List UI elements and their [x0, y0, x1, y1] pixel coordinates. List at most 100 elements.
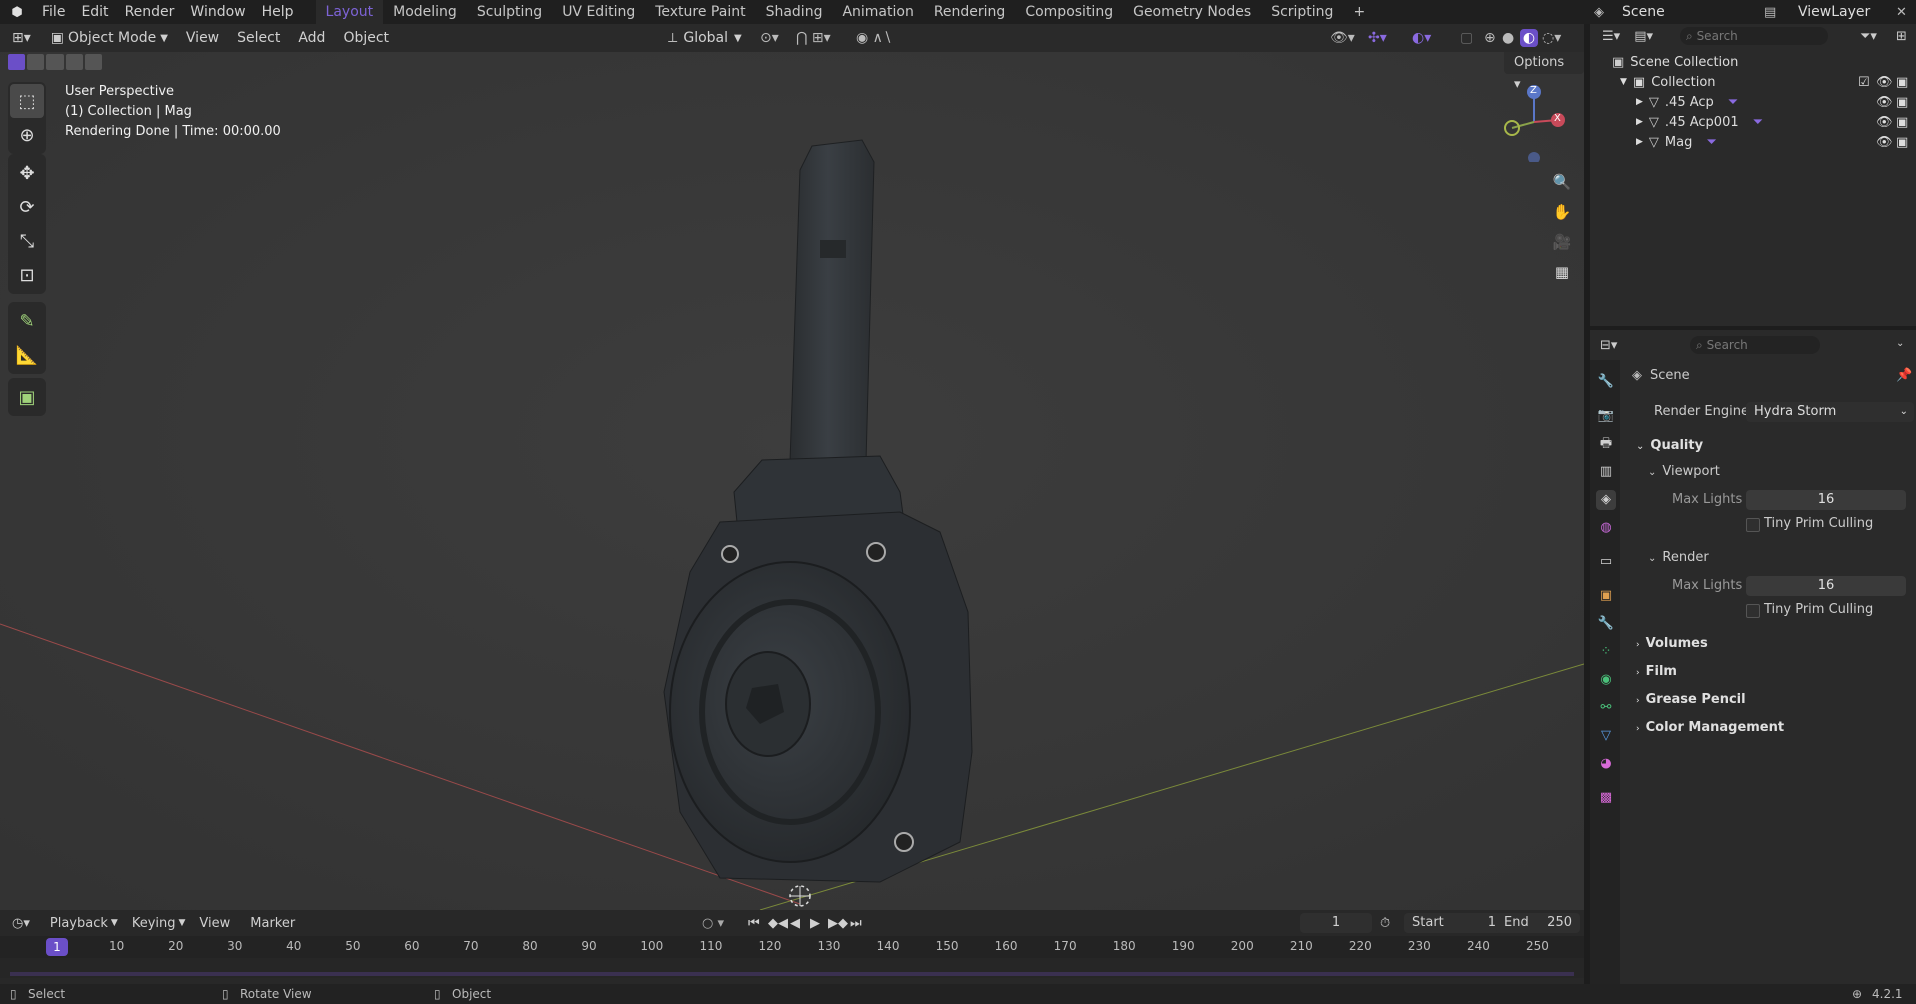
- tab-texture-paint[interactable]: Texture Paint: [645, 0, 755, 24]
- pivot-icon[interactable]: ⊙▾: [760, 30, 779, 46]
- play-reverse-icon[interactable]: ◀: [790, 916, 800, 931]
- render-camera-icon[interactable]: ▣: [1896, 95, 1908, 110]
- playhead[interactable]: 1: [46, 938, 68, 956]
- texture-tab-icon[interactable]: ▩: [1596, 788, 1616, 808]
- editor-type-icon[interactable]: ⊟▾: [1600, 338, 1617, 353]
- jump-end-icon[interactable]: ⏭: [850, 916, 862, 931]
- menu-window[interactable]: Window: [182, 4, 253, 20]
- editor-type-icon[interactable]: ⊞▾: [12, 30, 31, 46]
- overlay-toggle-icon[interactable]: ◐▾: [1412, 30, 1431, 46]
- select-box-icon[interactable]: ⬚: [10, 84, 44, 118]
- physics-tab-icon[interactable]: ◉: [1596, 670, 1616, 690]
- menu-keying[interactable]: Keying: [132, 916, 176, 931]
- exclude-checkbox[interactable]: ☑: [1858, 75, 1870, 90]
- mesh-data-tab-icon[interactable]: ▽: [1596, 726, 1616, 746]
- menu-edit[interactable]: Edit: [73, 4, 116, 20]
- viewport-subpanel-header[interactable]: ⌄ Viewport: [1648, 464, 1720, 479]
- scene-icon[interactable]: ◈: [1594, 5, 1604, 20]
- timeline-track[interactable]: [0, 958, 1584, 978]
- record-icon[interactable]: ○ ▾: [702, 916, 724, 931]
- tab-uv-editing[interactable]: UV Editing: [552, 0, 645, 24]
- next-key-icon[interactable]: ▶◆: [828, 916, 848, 931]
- navigation-gizmo[interactable]: Z X: [1496, 82, 1576, 164]
- constraints-tab-icon[interactable]: ⚯: [1596, 698, 1616, 718]
- editor-type-icon[interactable]: ☰▾: [1602, 29, 1620, 44]
- rotate-icon[interactable]: ⟳: [10, 190, 44, 224]
- tab-geometry-nodes[interactable]: Geometry Nodes: [1123, 0, 1261, 24]
- tab-rendering[interactable]: Rendering: [924, 0, 1016, 24]
- pin-icon[interactable]: 📌: [1896, 368, 1912, 383]
- visibility-eye-icon[interactable]: 👁: [1876, 95, 1893, 110]
- menu-object[interactable]: Object: [343, 30, 389, 46]
- visibility-eye-icon[interactable]: 👁: [1876, 115, 1893, 130]
- camera-view-icon[interactable]: 🎥: [1548, 228, 1576, 256]
- proportional-icon[interactable]: ◉ ∧∖: [856, 30, 892, 46]
- tab-layout[interactable]: Layout: [315, 0, 384, 24]
- color-management-panel-header[interactable]: › Color Management: [1636, 720, 1784, 735]
- transform-icon[interactable]: ⊡: [10, 258, 44, 292]
- chevron-down-icon[interactable]: ⌄: [1896, 338, 1904, 349]
- zoom-icon[interactable]: 🔍: [1548, 168, 1576, 196]
- tab-modeling[interactable]: Modeling: [383, 0, 467, 24]
- add-workspace-icon[interactable]: +: [1343, 0, 1375, 24]
- render-max-lights-field[interactable]: 16: [1746, 576, 1906, 596]
- object-tab-icon[interactable]: ▣: [1596, 586, 1616, 606]
- render-engine-dropdown[interactable]: Hydra Storm ⌄: [1746, 402, 1914, 422]
- film-panel-header[interactable]: › Film: [1636, 664, 1677, 679]
- filter-icon[interactable]: ⏷▾: [1860, 29, 1877, 44]
- outliner-item[interactable]: ▶ ▽ .45 Acp001 ⏷ 👁 ▣: [1590, 112, 1916, 132]
- start-field[interactable]: Start 1: [1404, 913, 1504, 933]
- frame-ruler[interactable]: 1 10 20 30 40 50 60 70 80 90 100 110 120 130 140 150 160…: [0, 936, 1584, 958]
- particles-tab-icon[interactable]: ⁘: [1596, 642, 1616, 662]
- scale-icon[interactable]: ⤡: [10, 224, 44, 258]
- properties-search[interactable]: ⌕ Search: [1690, 336, 1820, 354]
- visibility-eye-icon[interactable]: 👁: [1876, 75, 1893, 90]
- cursor-icon[interactable]: ⊕: [10, 118, 44, 152]
- render-camera-icon[interactable]: ▣: [1896, 115, 1908, 130]
- editor-type-icon[interactable]: ◷▾: [12, 916, 30, 931]
- visibility-icon[interactable]: 👁▾: [1330, 30, 1355, 46]
- display-mode-icon[interactable]: ▤▾: [1634, 29, 1653, 44]
- add-cube-icon[interactable]: ▣: [10, 380, 44, 414]
- chevron-right-icon[interactable]: ▶: [1636, 97, 1643, 107]
- play-icon[interactable]: ▶: [810, 916, 820, 931]
- menu-add[interactable]: Add: [298, 30, 325, 46]
- move-icon[interactable]: ✥: [10, 156, 44, 190]
- grease-pencil-panel-header[interactable]: › Grease Pencil: [1636, 692, 1746, 707]
- invert-mode-icon[interactable]: [65, 54, 83, 70]
- tab-shading[interactable]: Shading: [756, 0, 833, 24]
- outliner-scene-collection[interactable]: ▣ Scene Collection: [1590, 52, 1916, 72]
- menu-select[interactable]: Select: [237, 30, 280, 46]
- mode-toggle-strip[interactable]: [8, 54, 103, 70]
- tab-sculpting[interactable]: Sculpting: [467, 0, 552, 24]
- measure-icon[interactable]: 📐: [10, 338, 44, 372]
- extend-mode-icon[interactable]: [27, 54, 45, 70]
- chevron-down-icon[interactable]: ▼: [1620, 77, 1627, 87]
- material-shading-icon[interactable]: ◐: [1520, 29, 1538, 47]
- mode-selector[interactable]: ▣ Object Mode ▼: [51, 30, 168, 46]
- blender-logo-icon[interactable]: ⬢: [0, 5, 34, 20]
- current-frame-field[interactable]: 1: [1300, 913, 1372, 933]
- viewport-max-lights-field[interactable]: 16: [1746, 490, 1906, 510]
- outliner-collection[interactable]: ▼ ▣ Collection ☑ 👁 ▣: [1590, 72, 1916, 92]
- new-collection-icon[interactable]: ⊞: [1896, 29, 1907, 44]
- visibility-eye-icon[interactable]: 👁: [1876, 135, 1893, 150]
- xray-icon[interactable]: ▢: [1460, 30, 1473, 46]
- annotate-icon[interactable]: ✎: [10, 304, 44, 338]
- perspective-toggle-icon[interactable]: ▦: [1548, 258, 1576, 286]
- viewport-tiny-prim-checkbox[interactable]: [1746, 518, 1760, 532]
- end-field[interactable]: End 250: [1496, 913, 1580, 933]
- menu-render[interactable]: Render: [117, 4, 183, 20]
- close-viewlayer-icon[interactable]: ✕: [1896, 5, 1907, 20]
- 3d-viewport[interactable]: ⬚ ⊕ ✥ ⟳ ⤡ ⊡ ✎ 📐 ▣ User Perspective (1) C…: [0, 52, 1584, 910]
- volumes-panel-header[interactable]: › Volumes: [1636, 636, 1708, 651]
- viewlayer-icon[interactable]: ▤: [1764, 5, 1776, 20]
- transform-orientation[interactable]: ⟂ Global ▼: [668, 30, 742, 46]
- solid-shading-icon[interactable]: ●: [1502, 30, 1514, 46]
- select-mode-icon[interactable]: [8, 54, 26, 70]
- modifier-tab-icon[interactable]: 🔧: [1596, 614, 1616, 634]
- tab-scripting[interactable]: Scripting: [1261, 0, 1343, 24]
- menu-marker[interactable]: Marker: [250, 916, 295, 931]
- render-subpanel-header[interactable]: ⌄ Render: [1648, 550, 1709, 565]
- outliner-search[interactable]: ⌕ Search: [1680, 27, 1828, 45]
